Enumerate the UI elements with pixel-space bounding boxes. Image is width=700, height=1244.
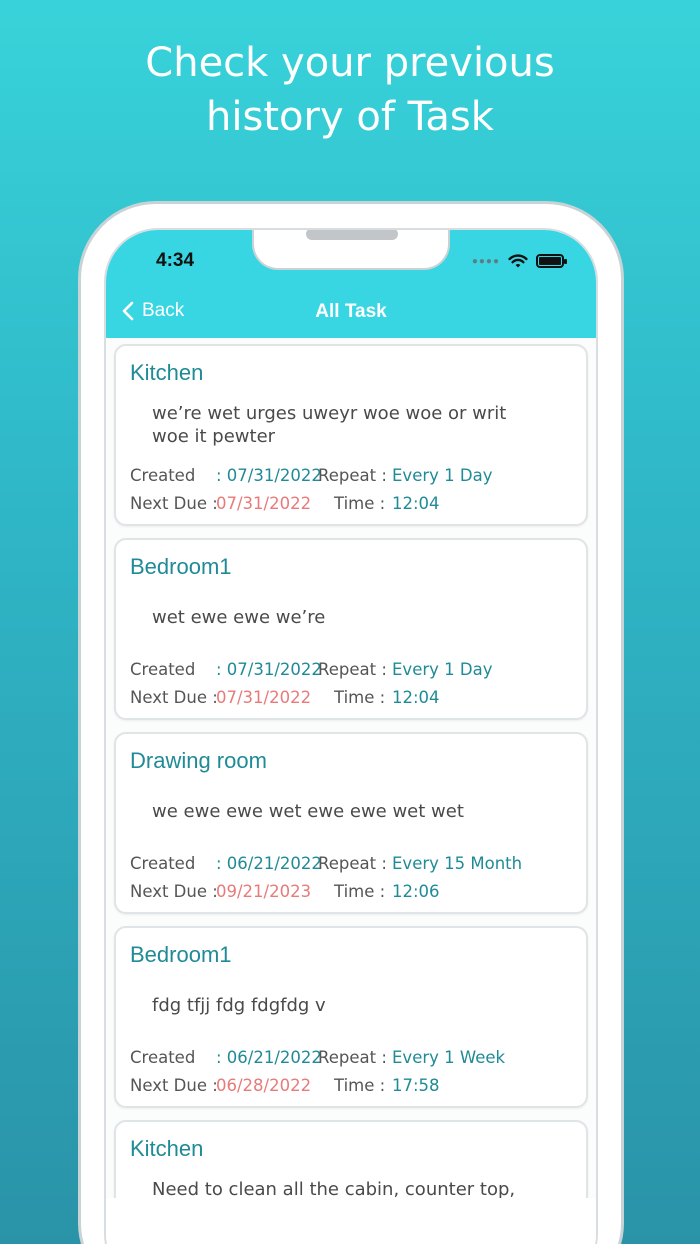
next-due-label: Next Due : xyxy=(130,1076,218,1095)
task-title: Bedroom1 xyxy=(130,554,232,579)
task-meta-row: Next Due : 07/31/2022 Time : 12:04 xyxy=(130,494,440,513)
repeat-label: Repeat : xyxy=(318,1048,387,1067)
next-due-date: 09/21/2023 xyxy=(216,882,312,901)
page-title: All Task xyxy=(315,301,387,322)
repeat-value: Every 15 Month xyxy=(392,854,523,873)
created-date: : 07/31/2022 xyxy=(216,660,322,679)
time-label: Time : xyxy=(334,1076,386,1095)
created-date: : 07/31/2022 xyxy=(216,466,322,485)
wifi-icon xyxy=(508,254,528,268)
phone-screen: 4:34 ●●●● Back All Task Kitchen we’re we… xyxy=(104,228,598,1244)
time-value: 17:58 xyxy=(392,1076,440,1095)
created-label: Created xyxy=(130,660,196,679)
next-due-date: 07/31/2022 xyxy=(216,494,312,513)
created-label: Created xyxy=(130,466,196,485)
created-label: Created xyxy=(130,854,196,873)
repeat-value: Every 1 Day xyxy=(392,466,493,485)
task-description: fdg tfjj fdg fdgfdg v xyxy=(152,995,326,1016)
status-time: 4:34 xyxy=(156,250,195,271)
time-value: 12:04 xyxy=(392,494,440,513)
task-title: Drawing room xyxy=(130,748,267,773)
next-due-date: 06/28/2022 xyxy=(216,1076,312,1095)
task-list[interactable]: Kitchen we’re wet urges uweyr woe woe or… xyxy=(106,338,596,1198)
status-icons: ●●●● xyxy=(471,252,567,270)
repeat-value: Every 1 Day xyxy=(392,660,493,679)
created-date: : 06/21/2022 xyxy=(216,1048,322,1067)
task-title: Kitchen xyxy=(130,1136,204,1161)
task-meta-row: Created : 06/21/2022 Repeat : Every 15 M… xyxy=(130,854,522,873)
next-due-label: Next Due : xyxy=(130,882,218,901)
next-due-date: 07/31/2022 xyxy=(216,688,312,707)
task-meta-row: Next Due : 09/21/2023 Time : 12:06 xyxy=(130,882,440,901)
created-label: Created xyxy=(130,1048,196,1067)
task-meta-row: Created : 06/21/2022 Repeat : Every 1 We… xyxy=(130,1048,505,1067)
task-card[interactable]: Bedroom1 fdg tfjj fdg fdgfdg v Created :… xyxy=(114,926,588,1108)
repeat-value: Every 1 Week xyxy=(392,1048,506,1067)
task-title: Kitchen xyxy=(130,360,204,385)
task-meta-row: Created : 07/31/2022 Repeat : Every 1 Da… xyxy=(130,466,492,485)
task-title: Bedroom1 xyxy=(130,942,232,967)
next-due-label: Next Due : xyxy=(130,494,218,513)
task-card[interactable]: Bedroom1 wet ewe ewe we’re Created : 07/… xyxy=(114,538,588,720)
battery-icon xyxy=(536,254,567,268)
time-label: Time : xyxy=(334,882,386,901)
created-date: : 06/21/2022 xyxy=(216,854,322,873)
promo-headline-line2: history of Task xyxy=(206,94,494,140)
task-card[interactable]: Kitchen we’re wet urges uweyr woe woe or… xyxy=(114,344,588,526)
top-bar: 4:34 ●●●● Back All Task xyxy=(106,230,596,338)
promo-headline: Check your previous history of Task xyxy=(0,36,700,144)
time-label: Time : xyxy=(334,688,386,707)
promo-headline-line1: Check your previous xyxy=(145,40,555,86)
bottom-area xyxy=(106,1198,596,1244)
task-meta-row: Next Due : 06/28/2022 Time : 17:58 xyxy=(130,1076,440,1095)
task-description: we’re wet urges uweyr woe woe or writ wo… xyxy=(152,403,507,447)
phone-notch xyxy=(252,230,450,270)
time-value: 12:04 xyxy=(392,688,440,707)
task-card[interactable]: Drawing room we ewe ewe wet ewe ewe wet … xyxy=(114,732,588,914)
task-description: we ewe ewe wet ewe ewe wet wet xyxy=(152,801,464,822)
repeat-label: Repeat : xyxy=(318,660,387,679)
task-card[interactable]: Kitchen Need to clean all the cabin, cou… xyxy=(114,1120,588,1198)
time-label: Time : xyxy=(334,494,386,513)
time-value: 12:06 xyxy=(392,882,440,901)
task-description: Need to clean all the cabin, counter top… xyxy=(152,1179,516,1198)
task-meta-row: Created : 07/31/2022 Repeat : Every 1 Da… xyxy=(130,660,492,679)
next-due-label: Next Due : xyxy=(130,688,218,707)
speaker-grille xyxy=(306,230,398,240)
repeat-label: Repeat : xyxy=(318,466,387,485)
task-meta-row: Next Due : 07/31/2022 Time : 12:04 xyxy=(130,688,440,707)
signal-dots-icon: ●●●● xyxy=(471,255,500,267)
task-description: wet ewe ewe we’re xyxy=(152,607,326,628)
repeat-label: Repeat : xyxy=(318,854,387,873)
